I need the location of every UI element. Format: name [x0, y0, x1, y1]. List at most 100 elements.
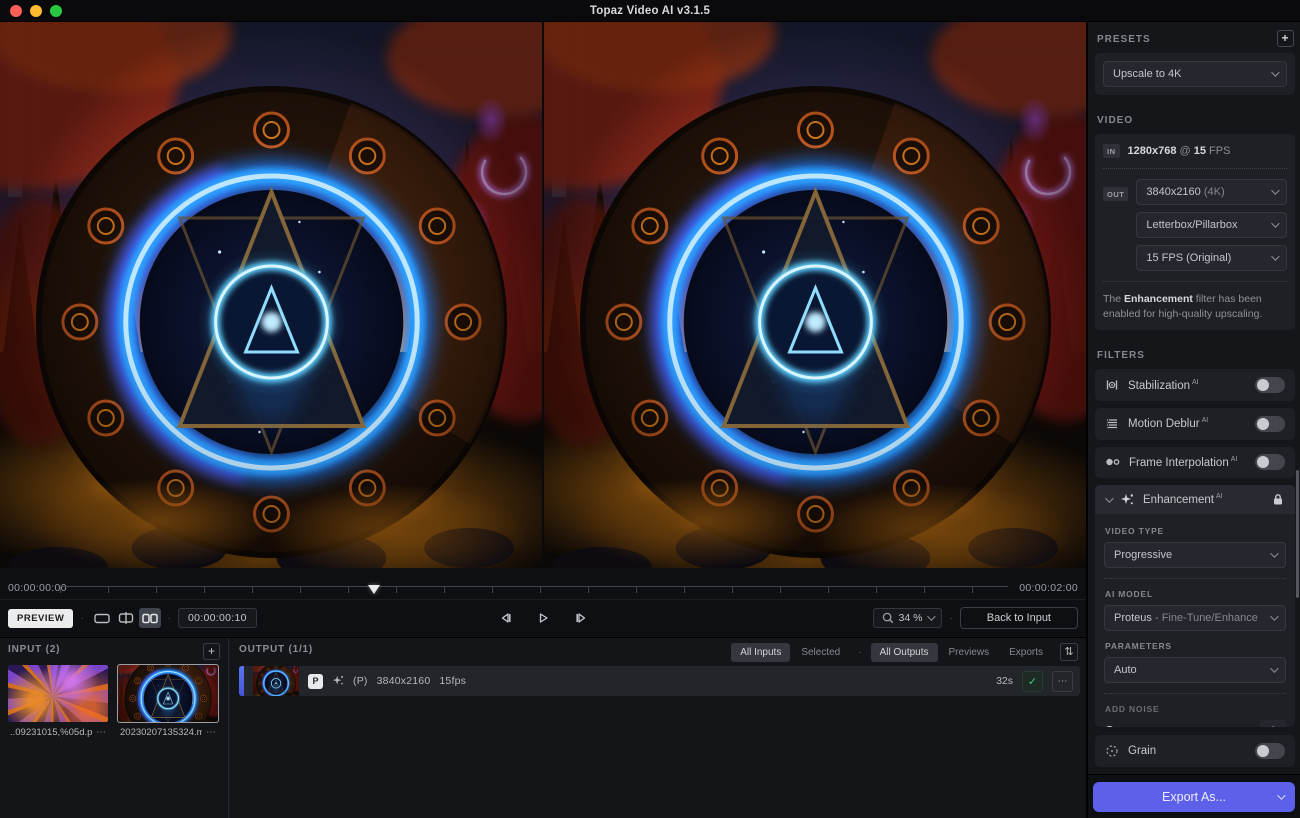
transport-bar: PREVIEW · · 00:0	[0, 600, 1086, 636]
frame-interpolation-toggle[interactable]	[1255, 454, 1285, 470]
input-item-png[interactable]: ..09231015,%05d.png ⋯	[8, 665, 108, 738]
motion-deblur-icon	[1105, 417, 1119, 431]
settings-sidebar: PRESETS + Upscale to 4K VIDEO IN 1280x76…	[1086, 22, 1300, 818]
dotted-divider	[1104, 578, 1286, 579]
chevron-down-icon	[1277, 791, 1285, 799]
filter-label: Motion DeblurAI	[1128, 417, 1208, 430]
add-preset-button[interactable]: +	[1277, 30, 1294, 47]
separator-dot: ·	[949, 613, 952, 624]
input-thumbnail[interactable]	[118, 665, 218, 722]
timeline-ruler[interactable]	[60, 586, 1008, 593]
chevron-down-icon	[1271, 186, 1279, 194]
ai-model-value: Proteus - Fine-Tune/Enhance	[1114, 612, 1258, 624]
input-filename: 20230207135324.mp4	[120, 727, 202, 738]
sidebar-scrollbar-thumb[interactable]	[1296, 470, 1299, 598]
preview-output-pane[interactable]	[542, 22, 1086, 568]
back-to-input-button[interactable]: Back to Input	[960, 607, 1078, 629]
timeline: 00:00:00:00 00:00:02:00	[0, 568, 1086, 600]
split-view-icon	[118, 612, 134, 624]
preset-dropdown[interactable]: Upscale to 4K	[1103, 61, 1287, 87]
add-input-button[interactable]: +	[203, 643, 220, 660]
enhancement-panel-header[interactable]: EnhancementAI	[1095, 485, 1295, 514]
preview-input-pane[interactable]	[0, 22, 542, 568]
dotted-divider	[1104, 693, 1286, 694]
tab-all-inputs[interactable]: All Inputs	[731, 643, 790, 662]
out-badge: OUT	[1103, 187, 1128, 201]
video-type-dropdown[interactable]: Progressive	[1104, 542, 1286, 568]
filter-frame-interpolation[interactable]: Frame InterpolationAI	[1095, 447, 1295, 479]
side-by-side-view-button[interactable]	[139, 608, 161, 628]
tab-selected[interactable]: Selected	[792, 643, 849, 662]
comparison-previews	[0, 22, 1086, 568]
zoom-level-value: 34 %	[899, 612, 923, 624]
output-row[interactable]: P (P) 3840x2160 15fps 32s ✓ ⋯	[239, 666, 1080, 696]
ai-model-label: AI MODEL	[1105, 589, 1285, 599]
input-video-specs: 1280x768 @ 15 FPS	[1128, 145, 1231, 157]
chevron-down-icon	[1271, 252, 1279, 260]
crop-mode-dropdown[interactable]: Letterbox/Pillarbox	[1136, 212, 1287, 238]
enhancement-panel: EnhancementAI VIDEO TYPE Progressive AI …	[1095, 485, 1295, 727]
video-type-label: VIDEO TYPE	[1105, 526, 1285, 536]
side-by-side-view-icon	[142, 613, 158, 624]
single-view-icon	[94, 613, 110, 624]
motion-deblur-toggle[interactable]	[1255, 416, 1285, 432]
output-prefix: (P)	[353, 675, 368, 687]
output-resolution-dropdown[interactable]: 3840x2160 (4K)	[1136, 179, 1287, 205]
dotted-divider	[1103, 168, 1287, 169]
enhancement-sparkle-icon	[1120, 493, 1134, 507]
play-button[interactable]	[533, 608, 553, 628]
separator-dot: ·	[80, 613, 83, 624]
step-forward-button[interactable]	[571, 608, 591, 628]
timeline-start-timecode: 00:00:00:00	[8, 582, 67, 594]
tab-all-outputs[interactable]: All Outputs	[871, 643, 938, 662]
slider-knob[interactable]	[1104, 726, 1115, 728]
input-panel: INPUT (2) + ..09231015,%05d.png ⋯	[0, 638, 229, 818]
step-forward-icon	[575, 612, 588, 624]
separator-dot: ·	[858, 647, 861, 658]
filters-header: FILTERS	[1097, 350, 1293, 361]
view-mode-group	[91, 608, 161, 628]
input-thumbnail[interactable]	[8, 665, 108, 722]
frame-interpolation-icon	[1105, 455, 1120, 469]
input-item-menu-button[interactable]: ⋯	[206, 727, 216, 738]
lock-icon	[1272, 493, 1284, 506]
parameters-dropdown[interactable]: Auto	[1104, 657, 1286, 683]
preset-value: Upscale to 4K	[1113, 68, 1181, 80]
zoom-level-dropdown[interactable]: 34 %	[873, 608, 943, 628]
input-panel-header: INPUT (2)	[8, 644, 220, 655]
single-view-button[interactable]	[91, 608, 113, 628]
grain-toggle[interactable]	[1255, 743, 1285, 759]
sort-outputs-button[interactable]: ⇅	[1060, 643, 1078, 661]
playhead-marker[interactable]	[368, 585, 380, 594]
crop-mode-value: Letterbox/Pillarbox	[1146, 219, 1237, 231]
chevron-down-icon	[1271, 68, 1279, 76]
frame-rate-dropdown[interactable]: 15 FPS (Original)	[1136, 245, 1287, 271]
main-content: 00:00:00:00 00:00:02:00 PREVIEW ·	[0, 22, 1086, 818]
filter-motion-deblur[interactable]: Motion DeblurAI	[1095, 408, 1295, 440]
preview-duration-field[interactable]: 00:00:00:10	[178, 608, 257, 628]
filter-grain[interactable]: Grain	[1095, 735, 1295, 767]
parameters-value: Auto	[1114, 664, 1137, 676]
tab-exports[interactable]: Exports	[1000, 643, 1052, 662]
tab-previews[interactable]: Previews	[940, 643, 999, 662]
stabilization-toggle[interactable]	[1255, 377, 1285, 393]
output-duration: 32s	[996, 675, 1013, 687]
step-back-button[interactable]	[495, 608, 515, 628]
chevron-down-icon	[928, 612, 936, 620]
titlebar: Topaz Video AI v3.1.5	[0, 0, 1300, 22]
output-complete-check[interactable]: ✓	[1022, 671, 1043, 692]
input-item-mp4[interactable]: 20230207135324.mp4 ⋯	[118, 665, 218, 738]
input-item-menu-button[interactable]: ⋯	[96, 727, 106, 738]
filter-label: StabilizationAI	[1128, 379, 1199, 392]
collapse-chevron-icon	[1105, 494, 1113, 502]
timeline-end-timecode: 00:00:02:00	[1019, 582, 1078, 594]
export-as-button[interactable]: Export As...	[1093, 782, 1295, 812]
input-filename: ..09231015,%05d.png	[10, 727, 92, 738]
split-view-button[interactable]	[115, 608, 137, 628]
grain-icon	[1105, 744, 1119, 758]
filter-stabilization[interactable]: StabilizationAI	[1095, 369, 1295, 401]
output-row-menu-button[interactable]: ⋯	[1052, 671, 1073, 692]
step-back-icon	[499, 612, 512, 624]
preview-button[interactable]: PREVIEW	[8, 609, 73, 628]
ai-model-dropdown[interactable]: Proteus - Fine-Tune/Enhance	[1104, 605, 1286, 631]
